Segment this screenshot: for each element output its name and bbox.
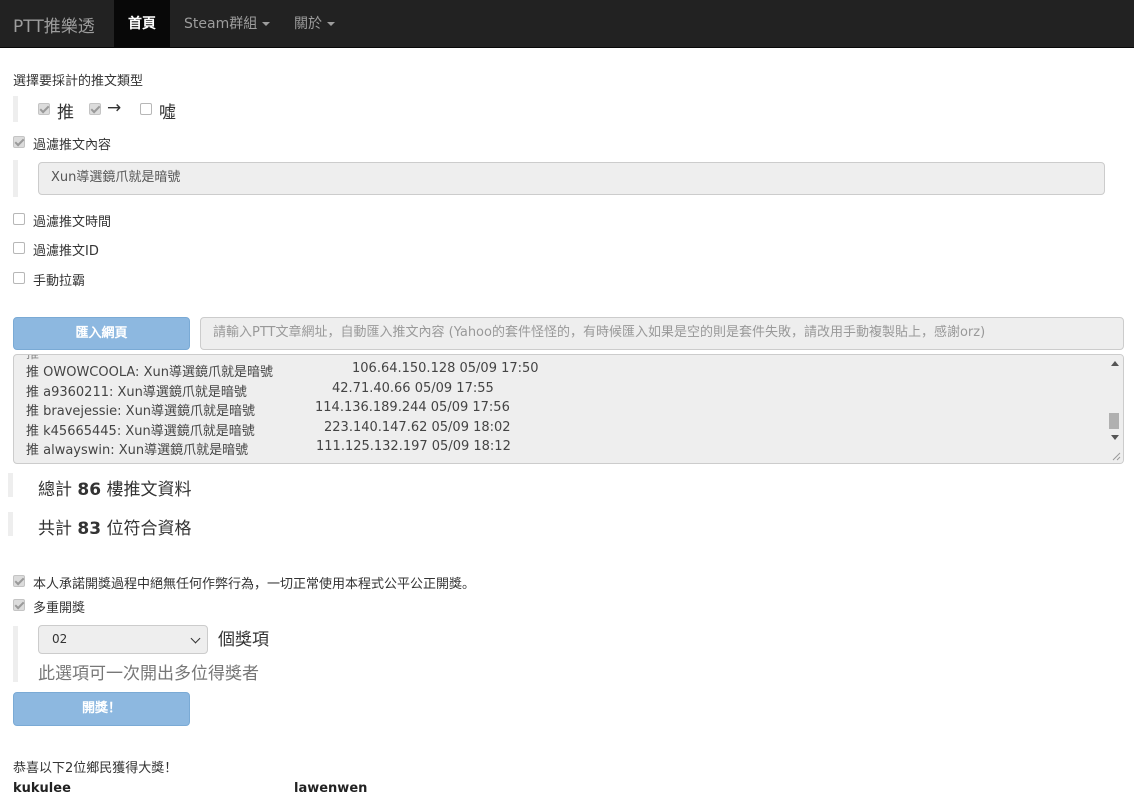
navbar: PTT推樂透 首頁 Steam群組 關於 [0,0,1134,48]
log-line: 推 k45665445: Xun導選鏡爪就是暗號 [26,424,255,439]
nav-about-label: 關於 [294,16,322,32]
import-button[interactable]: 匯入網頁 [13,317,190,350]
prize-count-value: 02 [52,632,68,646]
content-filter-checkbox[interactable] [13,136,25,148]
caret-down-icon [262,22,271,26]
results-heading: 恭喜以下2位鄉民獲得大獎！ [13,761,178,776]
id-filter-checkbox[interactable] [13,242,25,254]
qualified-stat: 共計 83 位符合資格 [38,519,192,539]
quote-bar [13,160,18,197]
log-line: 推 bravejessie: Xun導選鏡爪就是暗號 [26,404,256,419]
push-log-textarea[interactable]: 推 推 OWOWCOOLA: Xun導選鏡爪就是暗號 106.64.150.12… [13,354,1124,464]
id-filter-label: 過濾推文ID [33,244,99,259]
quote-bar [8,512,13,536]
total-stat: 總計 86 樓推文資料 [38,480,192,500]
scroll-up-arrow-icon[interactable] [1111,361,1119,366]
arrow-label: → [107,98,122,118]
resize-grip-icon[interactable] [1111,451,1121,461]
push-checkbox[interactable] [38,103,50,115]
log-scrollbar[interactable] [1106,355,1123,463]
log-line-meta: 42.71.40.66 05/09 17:55 [332,381,494,396]
promise-checkbox[interactable] [13,575,25,587]
promise-label: 本人承諾開獎過程中絕無任何作弊行為，一切正常使用本程式公平公正開獎。 [33,577,476,592]
boo-checkbox[interactable] [140,103,152,115]
quote-bar [8,473,13,497]
push-type-heading: 選擇要採計的推文類型 [13,74,144,89]
boo-label: 噓 [159,103,176,123]
quote-bar [13,626,18,682]
nav-steam-dropdown[interactable]: Steam群組 [184,0,271,48]
push-label: 推 [57,103,74,123]
multi-draw-hint: 此選項可一次開出多位得獎者 [38,664,259,684]
log-line-meta: 223.140.147.62 05/09 18:02 [324,420,511,435]
nav-steam-label: Steam群組 [184,16,258,32]
scroll-thumb[interactable] [1109,413,1119,429]
multi-draw-checkbox[interactable] [13,599,25,611]
content-filter-label: 過濾推文內容 [33,138,112,153]
log-line-meta: 111.125.132.197 05/09 18:12 [316,439,511,454]
chevron-down-icon [190,633,201,644]
draw-button[interactable]: 開獎！ [13,692,190,726]
nav-home-label: 首頁 [128,16,156,32]
content-filter-input[interactable]: Xun導選鏡爪就是暗號 [38,162,1105,195]
prize-count-select[interactable]: 02 [38,625,208,654]
qualified-count: 83 [77,519,102,539]
time-filter-label: 過濾推文時間 [33,215,112,230]
arrow-checkbox[interactable] [89,103,101,115]
log-line: 推 a9360211: Xun導選鏡爪就是暗號 [26,385,247,400]
brand-title[interactable]: PTT推樂透 [13,12,95,37]
time-filter-checkbox[interactable] [13,213,25,225]
winner-name: lawenwen [294,781,368,796]
quote-bar [13,96,18,122]
log-line-meta: 114.136.189.244 05/09 17:56 [315,400,510,415]
multi-draw-label: 多重開獎 [33,601,86,616]
manual-slot-checkbox[interactable] [13,272,25,284]
prize-suffix: 個獎項 [218,630,269,650]
log-line: 推 OWOWCOOLA: Xun導選鏡爪就是暗號 [26,365,273,380]
winner-name: kukulee [13,781,71,796]
nav-home[interactable]: 首頁 [114,0,170,48]
manual-slot-label: 手動拉霸 [33,274,86,289]
scroll-down-arrow-icon[interactable] [1111,435,1119,440]
url-input[interactable]: 請輸入PTT文章網址，自動匯入推文內容 (Yahoo的套件怪怪的，有時候匯入如果… [200,317,1124,350]
log-line: 推 alwayswin: Xun導選鏡爪就是暗號 [26,443,249,458]
total-count: 86 [77,480,102,500]
nav-about-dropdown[interactable]: 關於 [294,0,335,48]
log-line-meta: 106.64.150.128 05/09 17:50 [352,361,539,376]
caret-down-icon [327,22,335,26]
